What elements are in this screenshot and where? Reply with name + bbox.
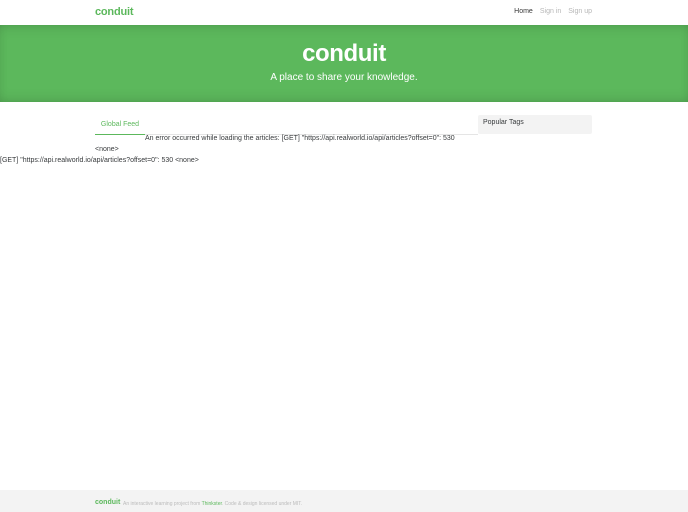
banner-subtitle: A place to share your knowledge. bbox=[270, 72, 418, 83]
navbar-brand-link[interactable]: conduit bbox=[95, 6, 134, 18]
attribution-suffix: . Code & design licensed under MIT. bbox=[221, 501, 303, 507]
banner-title: conduit bbox=[302, 40, 386, 67]
sidebar-title: Popular Tags bbox=[483, 119, 524, 126]
footer-logo-link[interactable]: conduit bbox=[95, 499, 120, 506]
nav-sign-in-link[interactable]: Sign in bbox=[540, 8, 561, 15]
nav-sign-up-link[interactable]: Sign up bbox=[568, 8, 592, 15]
error-detail: [GET] "https://api.realworld.io/api/arti… bbox=[0, 157, 199, 164]
feed-toggle: Global Feed bbox=[95, 115, 478, 135]
navbar: conduit Home Sign in Sign up bbox=[0, 0, 688, 25]
error-status: <none> bbox=[95, 146, 119, 153]
nav-links: Home Sign in Sign up bbox=[514, 8, 592, 15]
thinkster-link[interactable]: Thinkster bbox=[202, 501, 222, 507]
hero-banner: conduit A place to share your knowledge. bbox=[0, 25, 688, 102]
footer-attribution: An interactive learning project from Thi… bbox=[123, 501, 302, 507]
footer: conduit An interactive learning project … bbox=[0, 490, 688, 512]
attribution-prefix: An interactive learning project from bbox=[123, 501, 201, 507]
tab-global-feed[interactable]: Global Feed bbox=[95, 115, 145, 135]
popular-tags-sidebar: Popular Tags bbox=[478, 115, 592, 134]
error-message: An error occurred while loading the arti… bbox=[145, 135, 455, 142]
nav-home-link[interactable]: Home bbox=[514, 8, 533, 15]
